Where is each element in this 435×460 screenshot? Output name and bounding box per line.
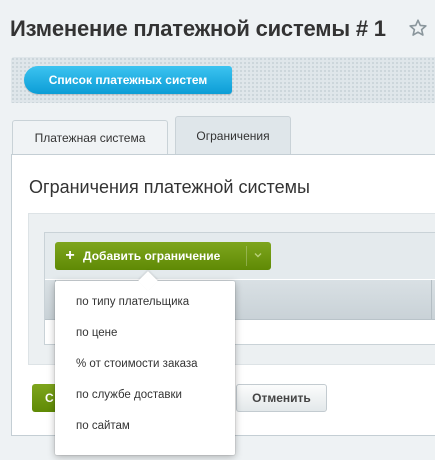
menu-item-payer-type[interactable]: по типу плательщика: [55, 291, 235, 322]
menu-item-sites[interactable]: по сайтам: [55, 415, 235, 446]
chevron-down-icon[interactable]: [251, 248, 265, 262]
plus-icon: +: [65, 247, 75, 264]
tab-payment-system[interactable]: Платежная система: [12, 120, 168, 154]
menu-item-delivery-service[interactable]: по службе доставки: [55, 384, 235, 415]
page-title: Изменение платежной системы # 1: [10, 16, 386, 41]
add-restriction-dropdown: по типу плательщика по цене % от стоимос…: [55, 271, 235, 455]
cancel-button[interactable]: Отменить: [236, 384, 327, 412]
payment-systems-list-button[interactable]: Список платежных систем: [24, 66, 232, 94]
menu-item-price[interactable]: по цене: [55, 322, 235, 353]
tab-limitations[interactable]: Ограничения: [175, 116, 291, 154]
section-heading: Ограничения платежной системы: [29, 177, 310, 197]
add-restriction-button[interactable]: + Добавить ограничение: [55, 242, 271, 270]
menu-item-order-percent[interactable]: % от стоимости заказа: [55, 353, 235, 384]
star-icon[interactable]: [408, 18, 428, 38]
add-restriction-label: Добавить ограничение: [83, 249, 221, 263]
